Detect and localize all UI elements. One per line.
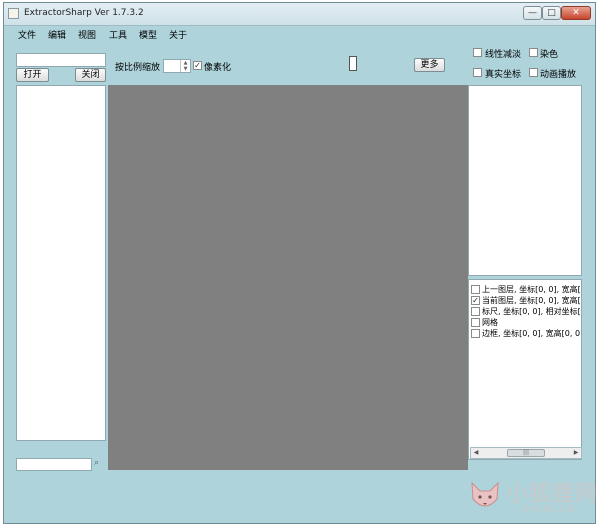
layer-checkbox[interactable]: ✓ xyxy=(471,296,480,305)
layer-label: 边框, 坐标[0, 0], 宽高[0, 0] xyxy=(482,329,581,338)
layer-label: 上一图层, 坐标[0, 0], 宽高[0 xyxy=(482,285,581,294)
maximize-button[interactable]: □ xyxy=(542,6,561,20)
layer-item[interactable]: 边框, 坐标[0, 0], 宽高[0, 0] xyxy=(469,328,581,339)
search-icon[interactable]: ⌕ xyxy=(94,458,99,468)
layer-item[interactable]: 标尺, 坐标[0, 0], 相对坐标[0 xyxy=(469,306,581,317)
layer-item[interactable]: 网格 xyxy=(469,317,581,328)
watermark-subtext: XHLKS.CN xyxy=(522,505,576,515)
layer-list[interactable]: 上一图层, 坐标[0, 0], 宽高[0 ✓ 当前图层, 坐标[0, 0], 宽… xyxy=(468,279,582,460)
window-title: ExtractorSharp Ver 1.7.3.2 xyxy=(24,8,144,18)
watermark-text: 小狐狸网 xyxy=(506,482,599,507)
animation-play-checkbox[interactable] xyxy=(529,68,538,77)
title-bar[interactable]: ExtractorSharp Ver 1.7.3.2 — □ ✕ xyxy=(4,3,595,26)
layer-label: 标尺, 坐标[0, 0], 相对坐标[0 xyxy=(482,307,581,316)
menu-tools[interactable]: 工具 xyxy=(109,28,127,41)
real-coords-checkbox[interactable] xyxy=(473,68,482,77)
scroll-left-icon[interactable]: ◀ xyxy=(471,448,481,458)
scroll-thumb[interactable]: ||| xyxy=(507,449,545,457)
layer-label: 当前图层, 坐标[0, 0], 宽高[0 xyxy=(482,296,581,305)
menu-file[interactable]: 文件 xyxy=(18,28,36,41)
layer-checkbox[interactable] xyxy=(471,307,480,316)
layer-item[interactable]: ✓ 当前图层, 坐标[0, 0], 宽高[0 xyxy=(469,295,581,306)
close-file-button[interactable]: 关闭 xyxy=(75,68,106,82)
stepper-arrows-icon[interactable]: ▲ ▼ xyxy=(180,60,190,72)
app-icon xyxy=(8,8,19,19)
menu-about[interactable]: 关于 xyxy=(169,28,187,41)
dye-label: 染色 xyxy=(540,50,559,60)
file-list[interactable] xyxy=(16,85,106,441)
layer-checkbox[interactable] xyxy=(471,329,480,338)
open-button[interactable]: 打开 xyxy=(16,68,49,82)
menu-view[interactable]: 视图 xyxy=(78,28,96,41)
app-window: ExtractorSharp Ver 1.7.3.2 — □ ✕ 文件 编辑 视… xyxy=(3,2,597,524)
layer-checkbox[interactable] xyxy=(471,285,480,294)
close-window-button[interactable]: ✕ xyxy=(561,6,591,20)
dye-checkbox[interactable] xyxy=(529,48,538,57)
fox-logo-icon xyxy=(471,481,499,507)
real-coords-label: 真实坐标 xyxy=(485,70,522,80)
linear-dodge-label: 线性减淡 xyxy=(485,50,522,60)
pixelate-checkbox[interactable]: ✓ xyxy=(193,61,202,70)
preview-canvas[interactable] xyxy=(108,85,468,470)
linear-dodge-checkbox[interactable] xyxy=(473,48,482,57)
pixelate-label: 像素化 xyxy=(204,63,232,73)
animation-play-label: 动画播放 xyxy=(540,70,577,80)
frame-list[interactable] xyxy=(468,85,582,276)
scroll-right-icon[interactable]: ▶ xyxy=(571,448,581,458)
scale-stepper[interactable]: ▲ ▼ xyxy=(163,59,191,73)
menu-edit[interactable]: 编辑 xyxy=(48,28,66,41)
search-input[interactable] xyxy=(16,458,92,471)
scale-label: 按比例缩放 xyxy=(115,63,161,73)
menu-model[interactable]: 模型 xyxy=(139,28,157,41)
layer-label: 网格 xyxy=(482,318,498,327)
layer-checkbox[interactable] xyxy=(471,318,480,327)
site-watermark: 小狐狸网 XHLKS.CN xyxy=(466,473,597,523)
layer-item[interactable]: 上一图层, 坐标[0, 0], 宽高[0 xyxy=(469,284,581,295)
frame-indicator xyxy=(349,56,357,71)
minimize-button[interactable]: — xyxy=(523,6,542,20)
layer-list-hscrollbar[interactable]: ◀ ||| ▶ xyxy=(470,447,582,459)
path-input[interactable] xyxy=(16,53,106,67)
more-button[interactable]: 更多 xyxy=(414,58,445,72)
